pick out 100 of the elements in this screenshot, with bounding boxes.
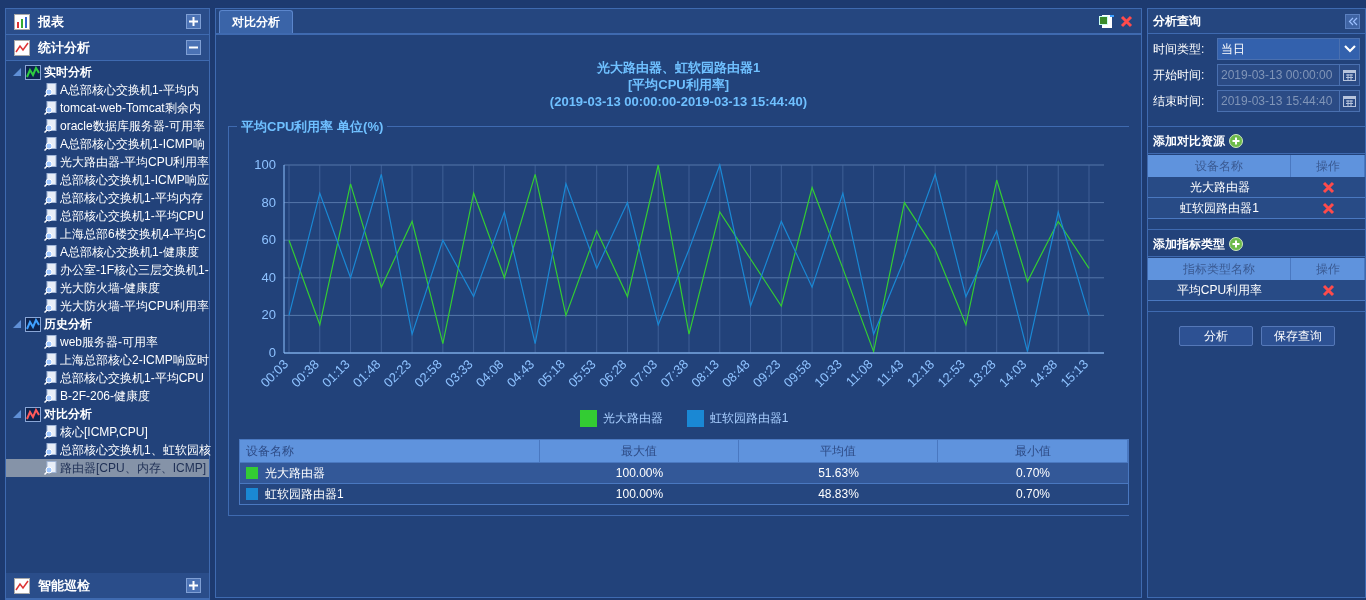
bar-chart-icon	[14, 13, 30, 30]
table-cell-text: 0.70%	[1015, 465, 1051, 482]
plus-icon	[189, 17, 198, 26]
report-title-line: (2019-03-13 00:00:00-2019-03-13 15:44:40)	[549, 93, 808, 110]
add-icon[interactable]	[1229, 134, 1243, 148]
document-search-icon	[44, 281, 57, 295]
table-cell-text: 虹软园路由器1	[1179, 200, 1260, 217]
report-title-line: 光大路由器、虹软园路由器1	[596, 59, 761, 76]
tree-item[interactable]: 路由器[CPU、内存、ICMP]	[6, 459, 209, 477]
field-label: 时间类型:	[1153, 41, 1206, 58]
export-spreadsheet-icon[interactable]	[1099, 14, 1114, 29]
report-title-line: [平均CPU利用率]	[627, 76, 730, 93]
line-chart-icon	[14, 577, 30, 594]
tree-item[interactable]: 总部核心交换机1、虹软园核	[6, 441, 209, 459]
tree-item[interactable]: 总部核心交换机1-平均内存	[6, 189, 209, 207]
y-tick-label: 60	[261, 232, 276, 248]
section-title: 添加对比资源	[1153, 133, 1225, 150]
field-label: 开始时间:	[1153, 67, 1206, 84]
tree-item[interactable]: A总部核心交换机1-ICMP响	[6, 135, 209, 153]
tree-item[interactable]: 总部核心交换机1-ICMP响应	[6, 171, 209, 189]
expand-button[interactable]	[186, 578, 201, 593]
tree-item[interactable]: 总部核心交换机1-平均CPU	[6, 207, 209, 225]
tree-item[interactable]: 办公室-1F核心三层交换机1-	[6, 261, 209, 279]
plus-icon	[189, 581, 198, 590]
document-search-icon	[44, 461, 57, 475]
document-search-icon	[44, 137, 57, 151]
expanded-triangle-icon[interactable]	[12, 319, 22, 329]
section-title: 智能巡检	[38, 576, 91, 595]
chevron-down-icon	[1343, 45, 1356, 53]
chart-title: 平均CPU利用率 单位(%)	[237, 117, 388, 137]
document-search-icon	[44, 353, 57, 367]
chart-icon	[25, 316, 41, 332]
tree-item[interactable]: web服务器-可用率	[6, 333, 209, 351]
add-icon[interactable]	[1229, 237, 1243, 251]
tree-item[interactable]: 总部核心交换机1-平均CPU	[6, 369, 209, 387]
table-cell-text: 48.83%	[817, 486, 860, 503]
document-search-icon	[44, 263, 57, 277]
tree-item[interactable]: 核心[ICMP,CPU]	[6, 423, 209, 441]
table-cell-text: 光大路由器	[265, 465, 325, 482]
collapse-button[interactable]	[1345, 13, 1360, 29]
section-title: 报表	[38, 12, 65, 31]
tree-item[interactable]: B-2F-206-健康度	[6, 387, 209, 405]
table-cell-text: 虹软园路由器1	[265, 486, 344, 503]
y-tick-label: 40	[261, 269, 276, 285]
section-title: 统计分析	[38, 38, 91, 57]
document-search-icon	[44, 335, 57, 349]
tree-item[interactable]: 光大防火墙-平均CPU利用率	[6, 297, 209, 315]
tree-item[interactable]: oracle数据库服务器-可用率	[6, 117, 209, 135]
expanded-triangle-icon[interactable]	[12, 67, 22, 77]
dropdown-field[interactable]: 当日	[1217, 38, 1360, 60]
collapse-button[interactable]	[186, 40, 201, 55]
table-cell-text: 100.00%	[614, 465, 665, 482]
document-search-icon	[44, 299, 57, 313]
table-cell-text: 51.63%	[817, 465, 860, 482]
document-search-icon	[44, 443, 57, 457]
accordion-header[interactable]: 报表	[6, 9, 209, 35]
chart-icon	[25, 64, 41, 80]
expanded-triangle-icon[interactable]	[12, 409, 22, 419]
y-axis: 0 20 40 60 80 100	[254, 157, 1105, 360]
document-search-icon	[44, 101, 57, 115]
tree-item[interactable]: 光大路由器-平均CPU利用率	[6, 153, 209, 171]
tab[interactable]: 对比分析	[219, 10, 293, 33]
table-cell-text: 0.70%	[1015, 486, 1051, 503]
accordion-header[interactable]: 智能巡检	[6, 573, 209, 599]
action-button[interactable]: 分析	[1178, 326, 1253, 346]
tree-item[interactable]: 光大防火墙-健康度	[6, 279, 209, 297]
legend-label: 光大路由器	[602, 410, 663, 427]
section-title: 添加指标类型	[1153, 236, 1225, 253]
line-chart-icon	[14, 39, 30, 56]
document-search-icon	[44, 371, 57, 385]
tree-group-label[interactable]: 历史分析	[44, 315, 92, 333]
y-tick-label: 100	[254, 157, 276, 172]
delete-icon[interactable]	[1321, 283, 1335, 297]
close-icon[interactable]	[1120, 15, 1133, 28]
y-tick-label: 20	[261, 307, 276, 323]
document-search-icon	[44, 191, 57, 205]
delete-icon[interactable]	[1321, 201, 1335, 215]
calendar-icon	[1343, 69, 1356, 81]
table-cell-text: 100.00%	[614, 486, 665, 503]
expand-button[interactable]	[186, 14, 201, 29]
document-search-icon	[44, 155, 57, 169]
tree-item[interactable]: 上海总部6楼交换机4-平均C	[6, 225, 209, 243]
delete-icon[interactable]	[1321, 180, 1335, 194]
tree-item[interactable]: A总部核心交换机1-平均内	[6, 81, 209, 99]
document-search-icon	[44, 425, 57, 439]
action-button[interactable]: 保存查询	[1260, 326, 1335, 346]
tree-item[interactable]: tomcat-web-Tomcat剩余内	[6, 99, 209, 117]
tree-item[interactable]: A总部核心交换机1-健康度	[6, 243, 209, 261]
field-label: 结束时间:	[1153, 93, 1206, 110]
double-chevron-left-icon	[1347, 16, 1358, 26]
table-cell-text: 平均CPU利用率	[1175, 282, 1264, 299]
legend-label: 虹软园路由器1	[709, 410, 789, 427]
tree-group-label[interactable]: 对比分析	[44, 405, 92, 423]
panel-title: 分析查询	[1153, 13, 1202, 30]
accordion-header[interactable]: 统计分析	[6, 35, 209, 61]
document-search-icon	[44, 119, 57, 133]
tree-item[interactable]: 上海总部核心2-ICMP响应时	[6, 351, 209, 369]
tree-group-label[interactable]: 实时分析	[44, 63, 92, 81]
document-search-icon	[44, 389, 57, 403]
y-tick-label: 80	[261, 194, 276, 210]
